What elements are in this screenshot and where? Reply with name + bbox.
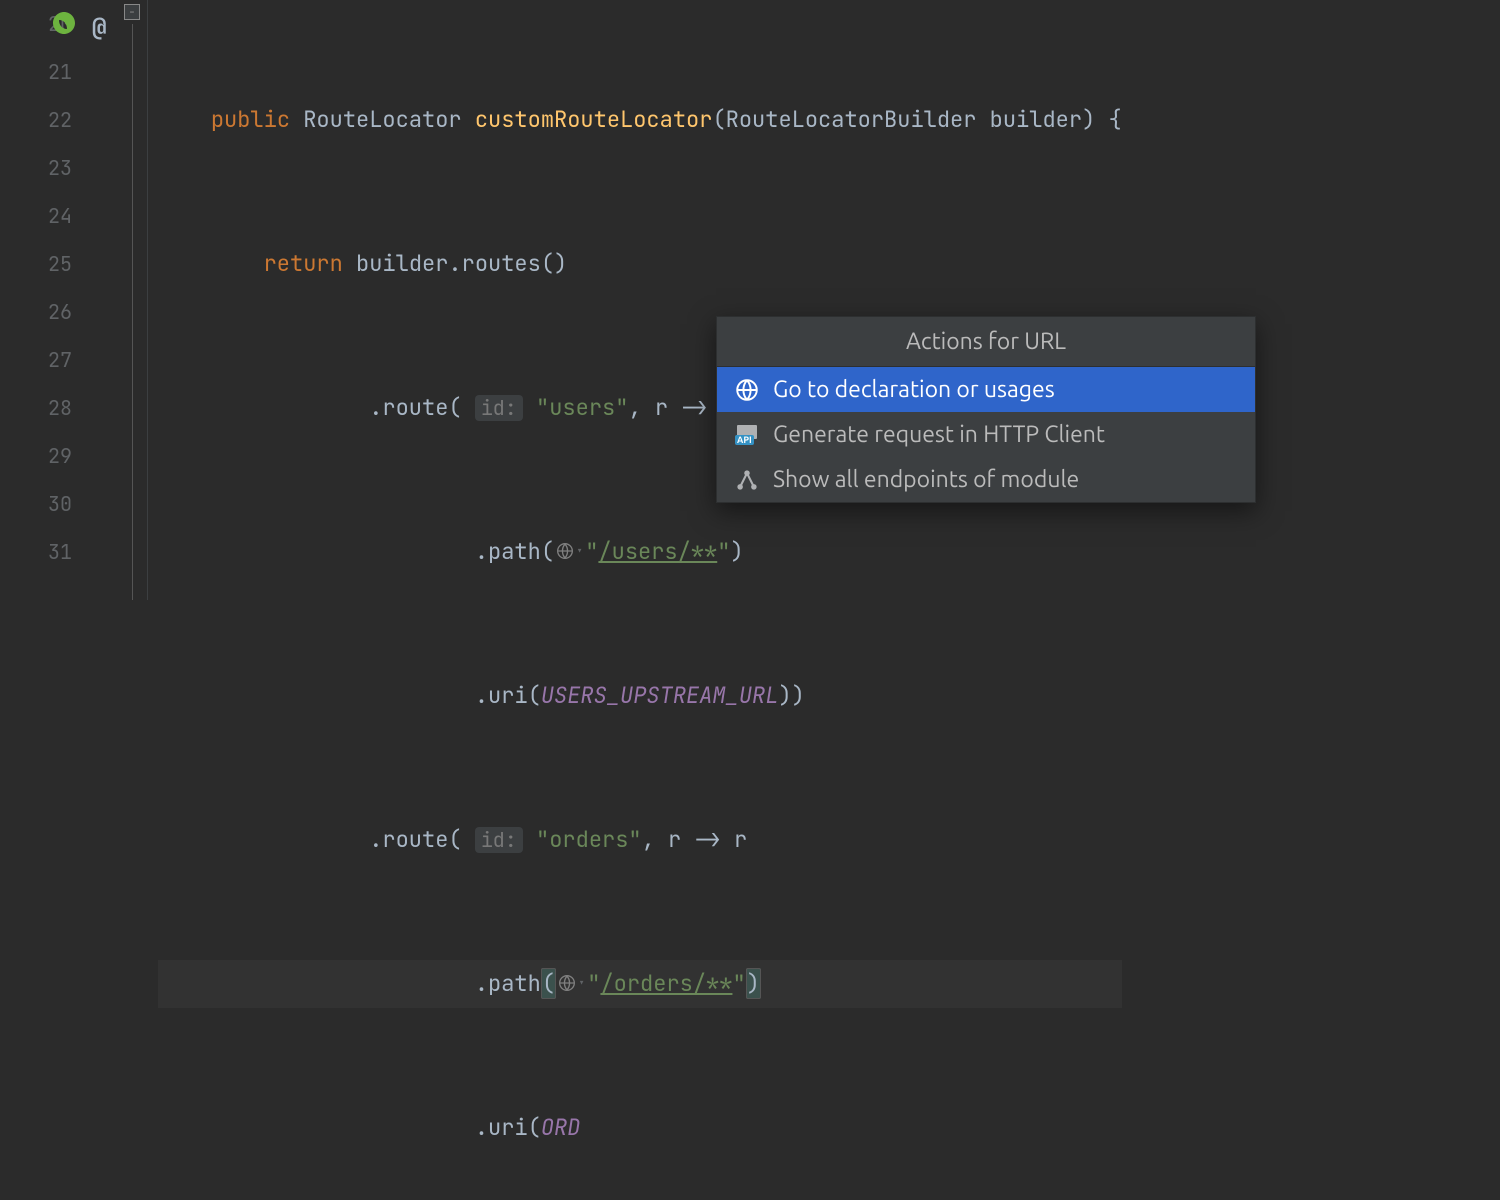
code-line[interactable]: public RouteLocator customRouteLocator(R…: [158, 96, 1122, 144]
line-number: 26: [0, 288, 72, 336]
endpoints-graph-icon: [735, 468, 759, 492]
lambda: r -> r: [655, 825, 747, 854]
popup-item-label: Go to declaration or usages: [773, 377, 1055, 402]
string: ": [717, 537, 730, 566]
line-number: 27: [0, 336, 72, 384]
chevron-down-icon: ▾: [576, 527, 583, 575]
line-number: 28: [0, 384, 72, 432]
popup-item-show-endpoints[interactable]: Show all endpoints of module: [717, 457, 1255, 502]
popup-item-go-to-declaration[interactable]: Go to declaration or usages: [717, 367, 1255, 412]
expr: builder.routes(): [356, 249, 567, 278]
punct: ): [730, 537, 743, 566]
punct: )): [778, 681, 804, 710]
keyword: public: [211, 105, 290, 134]
call: .route(: [369, 393, 461, 422]
fold-column: −: [120, 0, 148, 600]
gutter: @ 20 21 22 23 24 25 26 27 28 29 30 31: [0, 0, 120, 600]
code-line[interactable]: .path(▾"/users/**"): [158, 528, 1122, 576]
line-number: 31: [0, 528, 72, 576]
call: .uri(: [475, 681, 541, 710]
code-line[interactable]: return builder.routes(): [158, 240, 1122, 288]
line-number: 23: [0, 144, 72, 192]
string: ": [587, 969, 600, 998]
url-inlay-icon[interactable]: ▾: [554, 527, 585, 575]
keyword: return: [264, 249, 343, 278]
call: .path: [475, 969, 541, 998]
constant: USERS_UPSTREAM_URL: [541, 681, 779, 710]
line-number: [0, 576, 72, 624]
chevron-down-icon: ▾: [578, 959, 585, 1007]
punct: ,: [628, 393, 641, 422]
code-line[interactable]: .route( id: "orders", r -> r: [158, 816, 1122, 864]
popup-item-label: Generate request in HTTP Client: [773, 422, 1105, 447]
string: "orders": [536, 825, 642, 854]
line-number: 25: [0, 240, 72, 288]
line-number: 29: [0, 432, 72, 480]
popup-item-label: Show all endpoints of module: [773, 467, 1079, 492]
bracket-match: (: [541, 968, 556, 999]
code-line[interactable]: .uri(USERS_UPSTREAM_URL)): [158, 672, 1122, 720]
popup-item-generate-http[interactable]: API Generate request in HTTP Client: [717, 412, 1255, 457]
method-name: customRouteLocator: [475, 105, 713, 134]
parameter-hint: id:: [475, 827, 523, 853]
code-line-active[interactable]: .path(▾"/orders/**"): [158, 960, 1122, 1008]
code-area[interactable]: public RouteLocator customRouteLocator(R…: [148, 0, 1122, 600]
punct: (: [712, 105, 725, 134]
code-line[interactable]: .uri(ORD: [158, 1104, 1122, 1152]
param: builder: [990, 105, 1082, 134]
string: ": [585, 537, 598, 566]
parameter-hint: id:: [475, 395, 523, 421]
type: RouteLocatorBuilder: [726, 105, 977, 134]
actions-popup: Actions for URL Go to declaration or usa…: [716, 316, 1256, 503]
popup-title: Actions for URL: [717, 317, 1255, 367]
line-number: 24: [0, 192, 72, 240]
api-file-icon: API: [735, 423, 759, 447]
url-path[interactable]: /orders/**: [600, 969, 732, 998]
fold-guide: [132, 24, 133, 600]
url-path[interactable]: /users/**: [598, 537, 717, 566]
spring-bean-icon[interactable]: [52, 4, 76, 28]
call: .route(: [369, 825, 461, 854]
punct: ,: [642, 825, 655, 854]
string: "users": [536, 393, 628, 422]
line-number: 22: [0, 96, 72, 144]
globe-icon: [735, 378, 759, 402]
bracket-match: ): [746, 968, 761, 999]
line-number: 21: [0, 48, 72, 96]
call: .path(: [475, 537, 554, 566]
code-editor[interactable]: @ 20 21 22 23 24 25 26 27 28 29 30 31 − …: [0, 0, 1500, 600]
line-number: 30: [0, 480, 72, 528]
fold-toggle-icon[interactable]: −: [124, 4, 140, 20]
string: ": [732, 969, 745, 998]
constant: ORD: [541, 1113, 581, 1142]
call: .uri(: [475, 1113, 541, 1142]
punct: ) {: [1082, 105, 1122, 134]
type: RouteLocator: [303, 105, 461, 134]
url-inlay-icon[interactable]: ▾: [556, 959, 587, 1007]
annotation-icon[interactable]: @: [92, 4, 106, 52]
